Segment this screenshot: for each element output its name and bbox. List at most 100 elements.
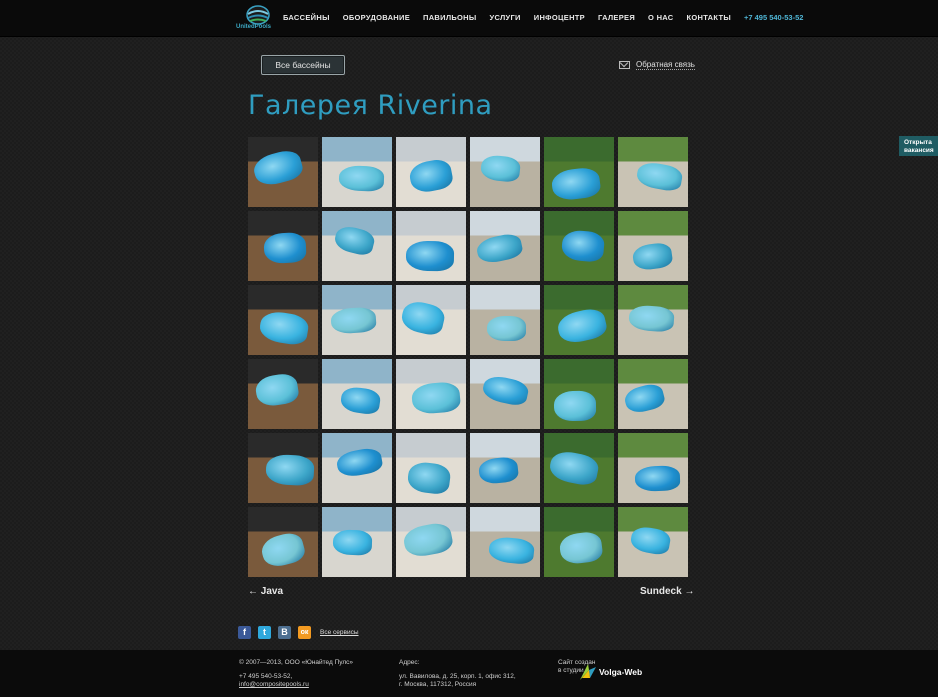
footer-phone: +7 495 540-53-52,: [239, 673, 293, 680]
gallery-thumbnail[interactable]: [396, 137, 466, 207]
pool-water: [553, 390, 597, 422]
pool-water: [550, 166, 602, 202]
gallery-thumbnail[interactable]: [322, 137, 392, 207]
odnoklassniki-icon[interactable]: ок: [298, 626, 311, 639]
prev-gallery-link[interactable]: ← Java: [248, 586, 283, 597]
gallery-thumbnail[interactable]: [618, 285, 688, 355]
pool-water: [547, 448, 601, 488]
gallery-thumbnail[interactable]: [248, 507, 318, 577]
gallery-thumbnail[interactable]: [544, 285, 614, 355]
pool-water: [407, 157, 455, 195]
gallery-thumbnail[interactable]: [396, 211, 466, 281]
gallery-thumbnail[interactable]: [544, 507, 614, 577]
mail-icon: [619, 61, 630, 69]
all-pools-button[interactable]: Все бассейны: [261, 55, 345, 75]
feedback-label[interactable]: Обратная связь: [636, 60, 695, 70]
gallery-thumbnail[interactable]: [396, 285, 466, 355]
nav-pavilions[interactable]: ПАВИЛЬОНЫ: [423, 13, 476, 22]
pool-water: [405, 240, 455, 272]
pool-water: [401, 520, 455, 560]
gallery-thumbnail[interactable]: [618, 211, 688, 281]
pool-water: [250, 147, 306, 189]
gallery-thumbnail[interactable]: [470, 507, 540, 577]
pool-water: [406, 460, 452, 496]
gallery-thumbnail[interactable]: [618, 507, 688, 577]
gallery-thumbnail[interactable]: [248, 433, 318, 503]
pool-water: [474, 231, 525, 266]
gallery-thumbnail[interactable]: [544, 433, 614, 503]
gallery-thumbnail[interactable]: [248, 211, 318, 281]
gallery-thumbnail[interactable]: [544, 359, 614, 429]
pool-water: [635, 160, 684, 193]
footer-email-link[interactable]: info@compositepools.ru: [239, 681, 309, 688]
next-gallery-link[interactable]: Sundeck →: [640, 586, 694, 597]
twitter-icon[interactable]: t: [258, 626, 271, 639]
gallery-thumbnail[interactable]: [396, 359, 466, 429]
pool-water: [477, 456, 520, 485]
pool-water: [332, 223, 377, 258]
pool-water: [410, 380, 462, 416]
pool-water: [628, 304, 675, 333]
gallery-thumbnail[interactable]: [470, 433, 540, 503]
top-navigation-bar: UnitedPools БАССЕЙНЫ ОБОРУДОВАНИЕ ПАВИЛЬ…: [0, 0, 938, 37]
gallery-thumbnail[interactable]: [322, 433, 392, 503]
page-title: Галерея Riverina: [248, 90, 493, 121]
pool-water: [339, 385, 382, 416]
vacancy-tab[interactable]: Открыта вакансия: [899, 136, 938, 156]
gallery-thumbnail[interactable]: [618, 137, 688, 207]
nav-about[interactable]: О НАС: [648, 13, 673, 22]
volga-web-mark-icon: [580, 664, 596, 680]
logo-text: UnitedPools: [236, 24, 272, 30]
gallery-thumbnail[interactable]: [322, 507, 392, 577]
volga-web-text: Volga-Web: [599, 667, 643, 677]
gallery-thumbnail[interactable]: [396, 433, 466, 503]
gallery-thumbnail[interactable]: [470, 359, 540, 429]
gallery-thumbnail[interactable]: [322, 359, 392, 429]
gallery-thumbnail[interactable]: [544, 137, 614, 207]
pool-water: [258, 530, 308, 570]
gallery-thumbnail[interactable]: [618, 359, 688, 429]
gallery-thumbnail[interactable]: [544, 211, 614, 281]
nav-contacts[interactable]: КОНТАКТЫ: [687, 13, 731, 22]
feedback-link[interactable]: Обратная связь: [619, 60, 695, 70]
pool-water: [634, 465, 681, 492]
pool-water: [257, 309, 311, 347]
gallery-thumbnail[interactable]: [248, 359, 318, 429]
nav-services[interactable]: УСЛУГИ: [489, 13, 520, 22]
pool-water: [338, 165, 385, 192]
gallery-thumbnail[interactable]: [470, 285, 540, 355]
gallery-thumbnail[interactable]: [322, 211, 392, 281]
pool-water: [330, 306, 377, 335]
footer-address-label: Адрес:: [399, 659, 420, 666]
pool-water: [631, 241, 674, 272]
pool-water: [487, 316, 526, 341]
gallery-thumbnail[interactable]: [248, 285, 318, 355]
footer-copyright: © 2007—2013, ООО «Юнайтед Пулс»: [239, 659, 354, 666]
gallery-thumbnail[interactable]: [322, 285, 392, 355]
pool-water: [555, 305, 609, 347]
nav-infocenter[interactable]: ИНФОЦЕНТР: [534, 13, 585, 22]
facebook-icon[interactable]: f: [238, 626, 251, 639]
pool-water: [265, 453, 315, 487]
all-services-link[interactable]: Все сервисы: [320, 629, 359, 636]
gallery-thumbnail[interactable]: [618, 433, 688, 503]
gallery-thumbnail[interactable]: [248, 137, 318, 207]
volga-web-logo[interactable]: Volga-Web: [580, 664, 642, 680]
main-nav: БАССЕЙНЫ ОБОРУДОВАНИЕ ПАВИЛЬОНЫ УСЛУГИ И…: [283, 13, 803, 22]
gallery-thumbnail[interactable]: [396, 507, 466, 577]
nav-gallery[interactable]: ГАЛЕРЕЯ: [598, 13, 635, 22]
footer-email[interactable]: info@compositepools.ru: [239, 681, 309, 689]
pool-water: [629, 524, 672, 557]
vkontakte-icon[interactable]: В: [278, 626, 291, 639]
social-links: f t В ок Все сервисы: [238, 626, 359, 639]
pool-water: [480, 373, 531, 408]
gallery-thumbnail[interactable]: [470, 211, 540, 281]
nav-equipment[interactable]: ОБОРУДОВАНИЕ: [343, 13, 410, 22]
photo-gallery-grid: [248, 137, 690, 579]
pool-water: [332, 529, 373, 556]
nav-pools[interactable]: БАССЕЙНЫ: [283, 13, 330, 22]
gallery-thumbnail[interactable]: [470, 137, 540, 207]
pool-water: [558, 530, 604, 566]
pool-water: [335, 446, 384, 479]
footer-address-line1: ул. Вавилова, д. 25, корп. 1, офис 312,: [399, 673, 516, 680]
